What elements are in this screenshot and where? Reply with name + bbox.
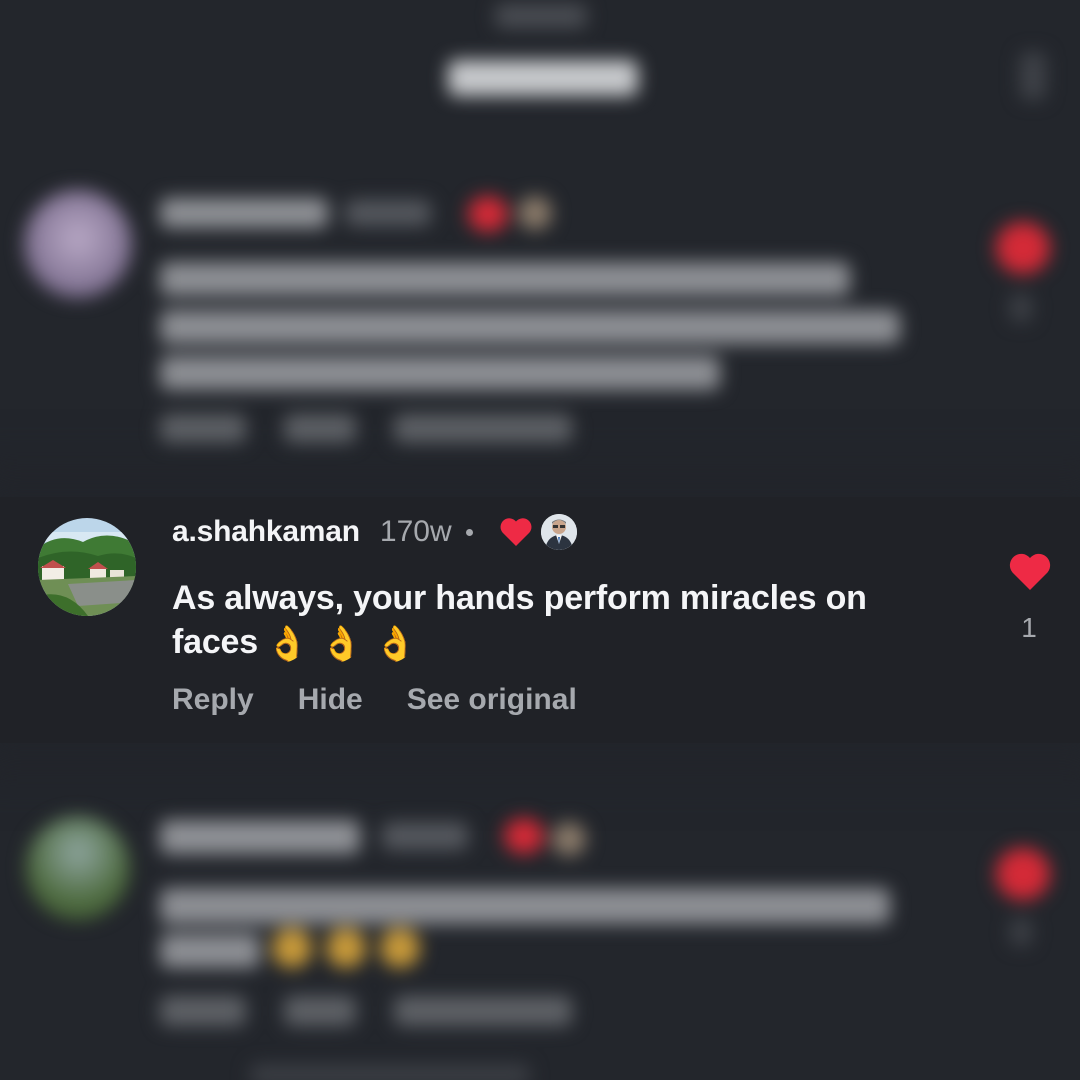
emoji-group: 👌 👌 👌 xyxy=(266,622,428,666)
comments-screen: a.shahkaman 170w As always, your hands p… xyxy=(0,0,1080,1080)
hide-button[interactable]: Hide xyxy=(298,683,363,717)
comment-actions: Reply Hide See original xyxy=(172,683,577,717)
ok-hand-emoji: 👌 xyxy=(320,625,363,664)
ok-hand-emoji: 👌 xyxy=(374,625,417,664)
like-button[interactable] xyxy=(1008,552,1052,592)
comment-body: As always, your hands perform miracles o… xyxy=(172,576,932,666)
page-title xyxy=(448,60,638,96)
heart-icon xyxy=(500,518,532,546)
heart-icon[interactable] xyxy=(996,222,1050,274)
ok-hand-emoji: 👌 xyxy=(265,625,309,664)
timestamp: 170w xyxy=(379,515,452,548)
reply-button[interactable]: Reply xyxy=(172,683,254,717)
like-count: 1 xyxy=(1021,612,1037,643)
avatar[interactable] xyxy=(24,190,132,298)
avatar[interactable] xyxy=(26,816,130,920)
dot-icon xyxy=(465,528,473,536)
see-original-button[interactable]: See original xyxy=(407,683,577,717)
heart-icon xyxy=(1009,553,1051,590)
author-liked-badge xyxy=(499,514,577,550)
comment-header: a.shahkaman 170w xyxy=(172,512,577,552)
avatar[interactable] xyxy=(38,518,136,616)
heart-icon[interactable] xyxy=(996,848,1050,900)
username[interactable]: a.shahkaman xyxy=(172,515,360,549)
options-icon[interactable] xyxy=(1020,52,1046,100)
author-avatar xyxy=(540,514,577,550)
